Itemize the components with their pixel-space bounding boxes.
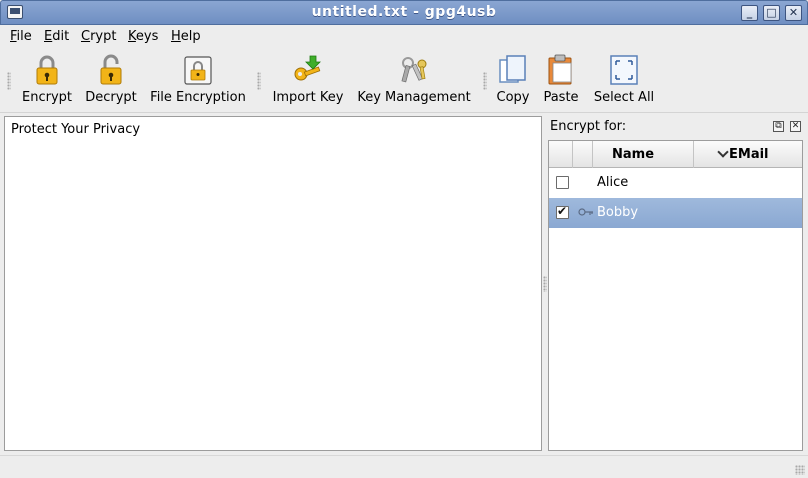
select-all-label: Select All: [593, 90, 655, 105]
menu-help-label: elp: [180, 29, 201, 44]
encrypt-button[interactable]: Encrypt: [18, 54, 76, 110]
copy-icon: [499, 55, 526, 83]
header-check-column[interactable]: [549, 141, 573, 168]
main-toolbar: Encrypt Decrypt File Encryption Import K…: [0, 48, 808, 113]
status-bar: [0, 455, 808, 478]
menu-file[interactable]: File: [10, 29, 32, 44]
key-checkbox[interactable]: [556, 176, 569, 189]
import-key-button[interactable]: Import Key: [270, 54, 346, 110]
lock-open-icon: [100, 54, 122, 85]
lock-closed-icon: [36, 55, 58, 85]
splitter-handle[interactable]: [543, 276, 547, 292]
menu-crypt-label: rypt: [90, 29, 117, 44]
dock-title: Encrypt for:: [550, 119, 627, 134]
toolbar-grip[interactable]: [7, 72, 11, 90]
key-list-header: Name EMail: [549, 141, 802, 168]
editor-content[interactable]: Protect Your Privacy: [11, 122, 140, 137]
minimize-button[interactable]: _: [741, 5, 758, 21]
close-button[interactable]: ✕: [785, 5, 802, 21]
import-key-label: Import Key: [272, 90, 344, 105]
menu-keys[interactable]: Keys: [128, 29, 158, 44]
maximize-button[interactable]: □: [763, 5, 780, 21]
key-name: Alice: [597, 175, 629, 190]
key-import-icon: [294, 55, 321, 81]
key-row-bobby[interactable]: Bobby: [549, 198, 802, 228]
key-name: Bobby: [597, 205, 639, 220]
select-all-icon: [610, 55, 638, 85]
paste-button[interactable]: Paste: [541, 54, 581, 110]
encrypt-label: Encrypt: [22, 90, 72, 105]
file-encryption-label: File Encryption: [150, 90, 246, 105]
decrypt-button[interactable]: Decrypt: [81, 54, 141, 110]
select-all-button[interactable]: Select All: [590, 54, 658, 110]
header-name-label: Name: [612, 147, 655, 162]
title-bar[interactable]: untitled.txt - gpg4usb _ □ ✕: [0, 0, 808, 25]
file-encryption-button[interactable]: File Encryption: [148, 54, 248, 110]
menu-file-label: ile: [16, 29, 32, 44]
resize-grip[interactable]: [795, 465, 805, 475]
menu-help[interactable]: Help: [171, 29, 201, 44]
dock-float-button[interactable]: ⧉: [773, 121, 784, 132]
key-management-button[interactable]: Key Management: [355, 54, 473, 110]
menu-edit-accel: E: [44, 29, 53, 44]
menu-keys-label: eys: [135, 29, 159, 44]
copy-label: Copy: [496, 90, 530, 105]
paste-label: Paste: [543, 90, 579, 105]
menu-edit-label: dit: [52, 29, 70, 44]
keyring-icon: [401, 57, 427, 83]
window-title: untitled.txt - gpg4usb: [311, 4, 497, 20]
decrypt-label: Decrypt: [85, 90, 137, 105]
header-name-column[interactable]: Name: [593, 141, 729, 168]
file-lock-icon: [184, 56, 212, 85]
menu-help-accel: H: [171, 29, 181, 44]
copy-button[interactable]: Copy: [493, 54, 533, 110]
key-row-alice[interactable]: Alice: [549, 168, 802, 198]
text-editor[interactable]: Protect Your Privacy: [4, 116, 542, 451]
key-list[interactable]: Name EMail Alice Bobby: [548, 140, 803, 451]
header-type-column[interactable]: [573, 141, 593, 168]
private-key-icon: [578, 208, 593, 216]
menu-keys-accel: K: [128, 29, 136, 44]
header-email-column[interactable]: EMail: [694, 141, 802, 168]
menu-bar: File Edit Crypt Keys Help: [0, 25, 808, 47]
toolbar-grip[interactable]: [483, 72, 487, 90]
key-management-label: Key Management: [357, 90, 471, 105]
key-checkbox[interactable]: [556, 204, 569, 219]
paste-icon: [548, 54, 572, 85]
menu-edit[interactable]: Edit: [44, 29, 69, 44]
header-email-label: EMail: [729, 147, 769, 162]
dock-close-button[interactable]: ✕: [790, 121, 801, 132]
menu-crypt[interactable]: Crypt: [81, 29, 116, 44]
menu-crypt-accel: C: [81, 29, 91, 44]
toolbar-grip[interactable]: [257, 72, 261, 90]
